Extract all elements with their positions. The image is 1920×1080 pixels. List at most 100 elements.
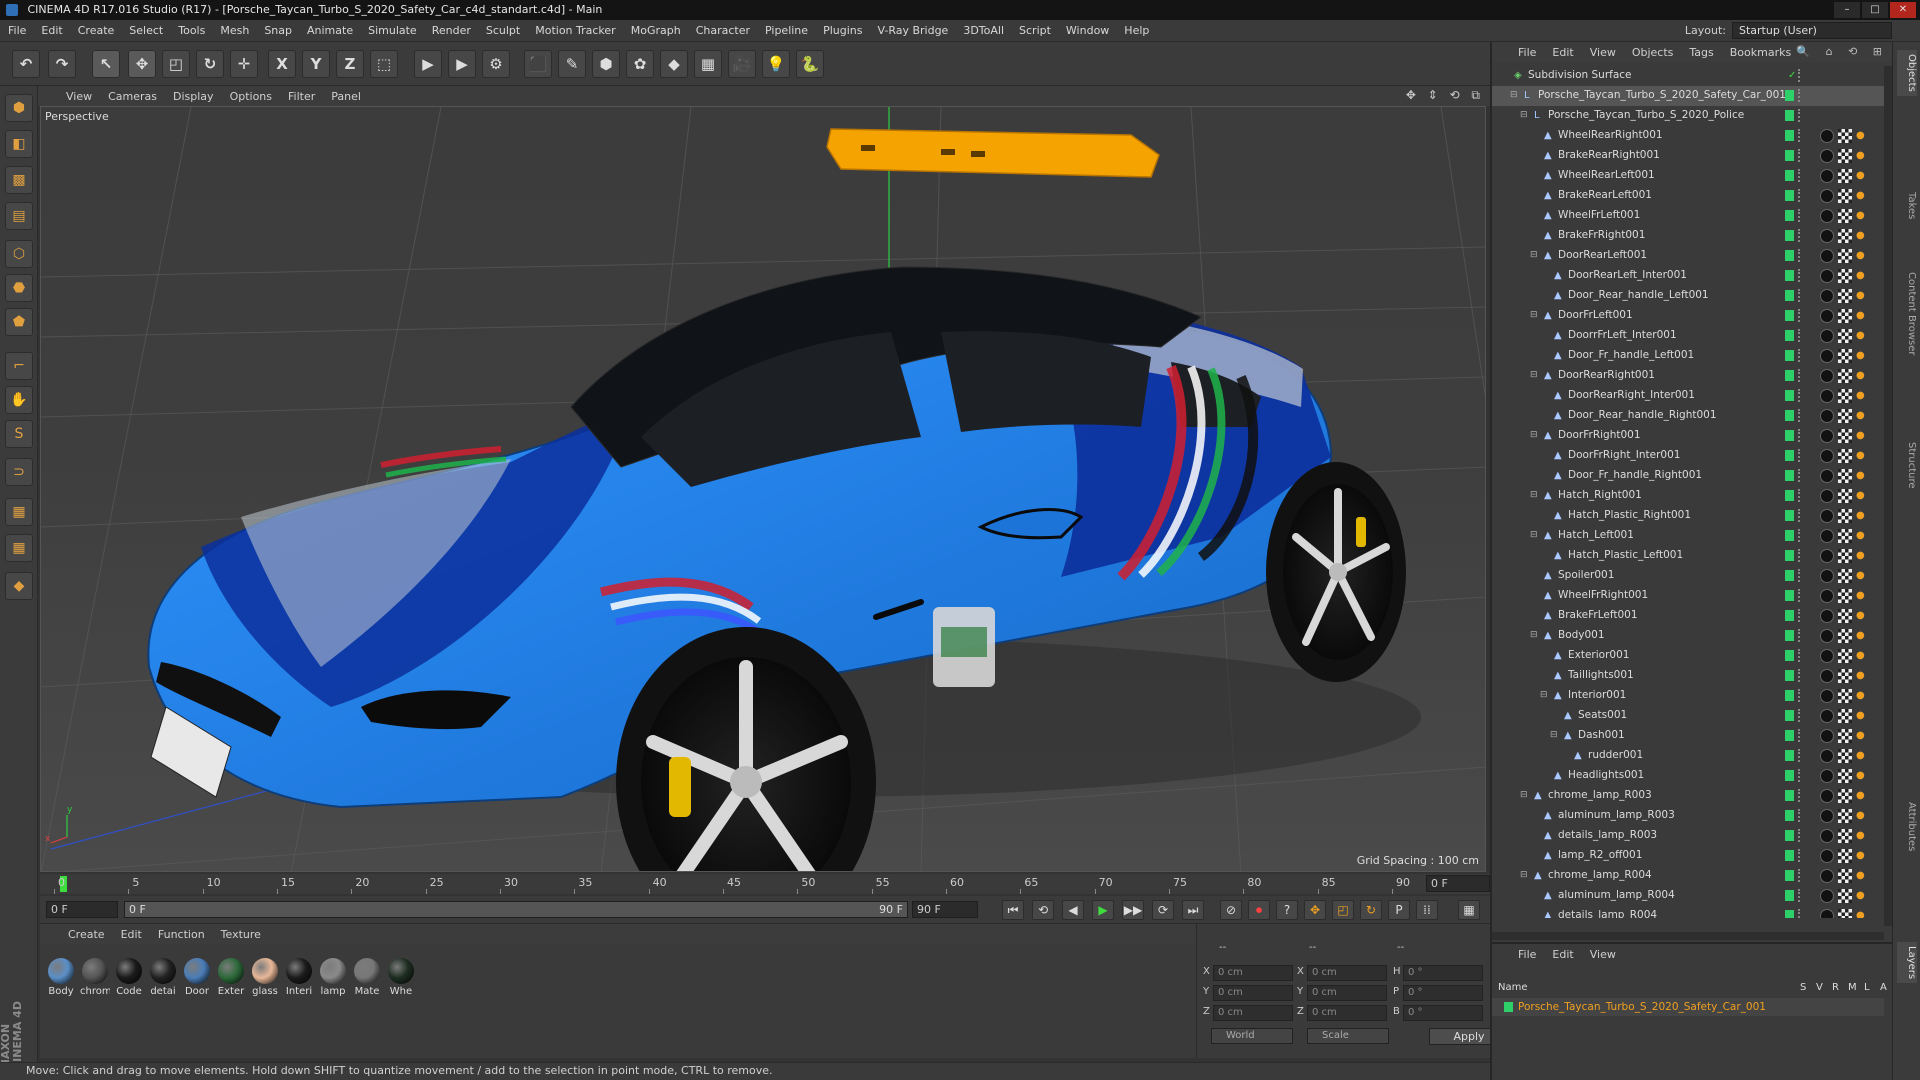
object-tree-row[interactable]: ⊟ ▲ Body001 ● bbox=[1492, 626, 1884, 646]
expand-toggle-icon[interactable] bbox=[1530, 190, 1541, 201]
layer-color-icon[interactable] bbox=[1785, 710, 1794, 721]
phong-tag-icon[interactable]: ● bbox=[1856, 710, 1868, 722]
material-swatch[interactable]: Door bbox=[182, 958, 212, 997]
material-tag-icon[interactable] bbox=[1820, 129, 1834, 143]
material-tag-icon[interactable] bbox=[1820, 649, 1834, 663]
material-menu-texture[interactable]: Texture bbox=[221, 928, 261, 941]
z-axis-icon[interactable]: Z bbox=[336, 50, 364, 78]
layer-color-icon[interactable] bbox=[1785, 470, 1794, 481]
record-parameter-button[interactable]: P bbox=[1388, 900, 1410, 920]
visibility-dots-icon[interactable] bbox=[1798, 469, 1802, 482]
phong-tag-icon[interactable]: ● bbox=[1856, 130, 1868, 142]
viewport-menu-view[interactable]: View bbox=[66, 90, 92, 103]
layer-color-icon[interactable] bbox=[1785, 630, 1794, 641]
material-tag-icon[interactable] bbox=[1820, 629, 1834, 643]
points-mode-icon[interactable]: ⬡ bbox=[5, 240, 33, 268]
phong-tag-icon[interactable]: ● bbox=[1856, 770, 1868, 782]
texture-tag-icon[interactable] bbox=[1838, 809, 1852, 823]
visibility-dots-icon[interactable] bbox=[1798, 869, 1802, 882]
object-tree-row[interactable]: ▲ WheelFrRight001 ● bbox=[1492, 586, 1884, 606]
play-button[interactable]: ▶ bbox=[1092, 900, 1114, 920]
visibility-dots-icon[interactable] bbox=[1798, 89, 1802, 102]
add-icon[interactable]: ✛ bbox=[230, 50, 258, 78]
object-tree-row[interactable]: ▲ lamp_R2_off001 ● bbox=[1492, 846, 1884, 866]
visibility-dots-icon[interactable] bbox=[1798, 729, 1802, 742]
texture-mode-icon[interactable]: ▩ bbox=[5, 166, 33, 194]
expand-toggle-icon[interactable]: ⊟ bbox=[1530, 250, 1541, 261]
visibility-dots-icon[interactable] bbox=[1798, 269, 1802, 282]
material-menu-create[interactable]: Create bbox=[68, 928, 105, 941]
menu-character[interactable]: Character bbox=[696, 24, 750, 37]
expand-toggle-icon[interactable] bbox=[1530, 170, 1541, 181]
visibility-dots-icon[interactable] bbox=[1798, 709, 1802, 722]
subdivision-icon[interactable]: ⬢ bbox=[592, 50, 620, 78]
visibility-dots-icon[interactable] bbox=[1798, 429, 1802, 442]
expand-toggle-icon[interactable]: ⊟ bbox=[1530, 490, 1541, 501]
material-tag-icon[interactable] bbox=[1820, 689, 1834, 703]
material-tag-icon[interactable] bbox=[1820, 369, 1834, 383]
menu-script[interactable]: Script bbox=[1019, 24, 1051, 37]
material-tag-icon[interactable] bbox=[1820, 829, 1834, 843]
layout-dropdown[interactable]: Startup (User) bbox=[1732, 22, 1892, 39]
menu-select[interactable]: Select bbox=[129, 24, 163, 37]
object-tree-row[interactable]: ▲ BrakeRearRight001 ● bbox=[1492, 146, 1884, 166]
viewport-menu-filter[interactable]: Filter bbox=[288, 90, 315, 103]
texture-tag-icon[interactable] bbox=[1838, 389, 1852, 403]
perspective-viewport[interactable]: y x Perspective Grid Spacing : 100 cm bbox=[40, 106, 1486, 872]
visibility-dots-icon[interactable] bbox=[1798, 789, 1802, 802]
layer-color-icon[interactable] bbox=[1785, 570, 1794, 581]
material-tag-icon[interactable] bbox=[1820, 189, 1834, 203]
material-tag-icon[interactable] bbox=[1820, 729, 1834, 743]
phong-tag-icon[interactable]: ● bbox=[1856, 490, 1868, 502]
phong-tag-icon[interactable]: ● bbox=[1856, 810, 1868, 822]
phong-tag-icon[interactable]: ● bbox=[1856, 430, 1868, 442]
material-tag-icon[interactable] bbox=[1820, 289, 1834, 303]
menu-mograph[interactable]: MoGraph bbox=[631, 24, 681, 37]
layer-color-icon[interactable] bbox=[1785, 190, 1794, 201]
material-tag-icon[interactable] bbox=[1820, 529, 1834, 543]
end-frame-field[interactable]: 90 F bbox=[912, 901, 978, 918]
tab-structure[interactable]: Structure bbox=[1897, 442, 1917, 489]
texture-tag-icon[interactable] bbox=[1838, 349, 1852, 363]
expand-toggle-icon[interactable] bbox=[1540, 550, 1551, 561]
object-tree-row[interactable]: ⊟ ▲ chrome_lamp_R003 ● bbox=[1492, 786, 1884, 806]
object-tree-row[interactable]: ▲ Hatch_Plastic_Right001 ● bbox=[1492, 506, 1884, 526]
material-tag-icon[interactable] bbox=[1820, 249, 1834, 263]
texture-tag-icon[interactable] bbox=[1838, 669, 1852, 683]
coord-position-field[interactable]: 0 cm bbox=[1213, 985, 1293, 1001]
material-swatch[interactable]: Interi bbox=[284, 958, 314, 997]
object-tree-row[interactable]: ▲ Door_Fr_handle_Left001 ● bbox=[1492, 346, 1884, 366]
polygons-mode-icon[interactable]: ⬟ bbox=[5, 308, 33, 336]
expand-toggle-icon[interactable] bbox=[1540, 270, 1551, 281]
texture-tag-icon[interactable] bbox=[1838, 309, 1852, 323]
material-tag-icon[interactable] bbox=[1820, 149, 1834, 163]
phong-tag-icon[interactable]: ● bbox=[1856, 190, 1868, 202]
expand-toggle-icon[interactable] bbox=[1540, 330, 1551, 341]
layer-color-icon[interactable] bbox=[1785, 110, 1794, 121]
layer-color-icon[interactable] bbox=[1785, 270, 1794, 281]
phong-tag-icon[interactable]: ● bbox=[1856, 150, 1868, 162]
edit-render-settings-icon[interactable]: ⚙ bbox=[482, 50, 510, 78]
texture-tag-icon[interactable] bbox=[1838, 689, 1852, 703]
visibility-dots-icon[interactable] bbox=[1798, 809, 1802, 822]
viewport-menu-display[interactable]: Display bbox=[173, 90, 214, 103]
tab-layers[interactable]: Layers bbox=[1897, 942, 1917, 984]
object-tree-row[interactable]: ▲ WheelRearLeft001 ● bbox=[1492, 166, 1884, 186]
preview-range-slider[interactable]: 0 F 90 F bbox=[124, 901, 908, 918]
object-tree-row[interactable]: ▲ Door_Rear_handle_Right001 ● bbox=[1492, 406, 1884, 426]
expand-toggle-icon[interactable] bbox=[1530, 590, 1541, 601]
texture-tag-icon[interactable] bbox=[1838, 609, 1852, 623]
material-tag-icon[interactable] bbox=[1820, 469, 1834, 483]
layer-color-icon[interactable] bbox=[1785, 650, 1794, 661]
expand-toggle-icon[interactable] bbox=[1540, 390, 1551, 401]
layer-color-icon[interactable] bbox=[1785, 690, 1794, 701]
texture-tag-icon[interactable] bbox=[1838, 189, 1852, 203]
menu-sculpt[interactable]: Sculpt bbox=[486, 24, 520, 37]
texture-tag-icon[interactable] bbox=[1838, 709, 1852, 723]
texture-tag-icon[interactable] bbox=[1838, 429, 1852, 443]
menu-plugins[interactable]: Plugins bbox=[823, 24, 862, 37]
material-tag-icon[interactable] bbox=[1820, 209, 1834, 223]
texture-tag-icon[interactable] bbox=[1838, 409, 1852, 423]
material-swatch[interactable]: chrom bbox=[80, 958, 110, 997]
viewport-menu-options[interactable]: Options bbox=[230, 90, 272, 103]
